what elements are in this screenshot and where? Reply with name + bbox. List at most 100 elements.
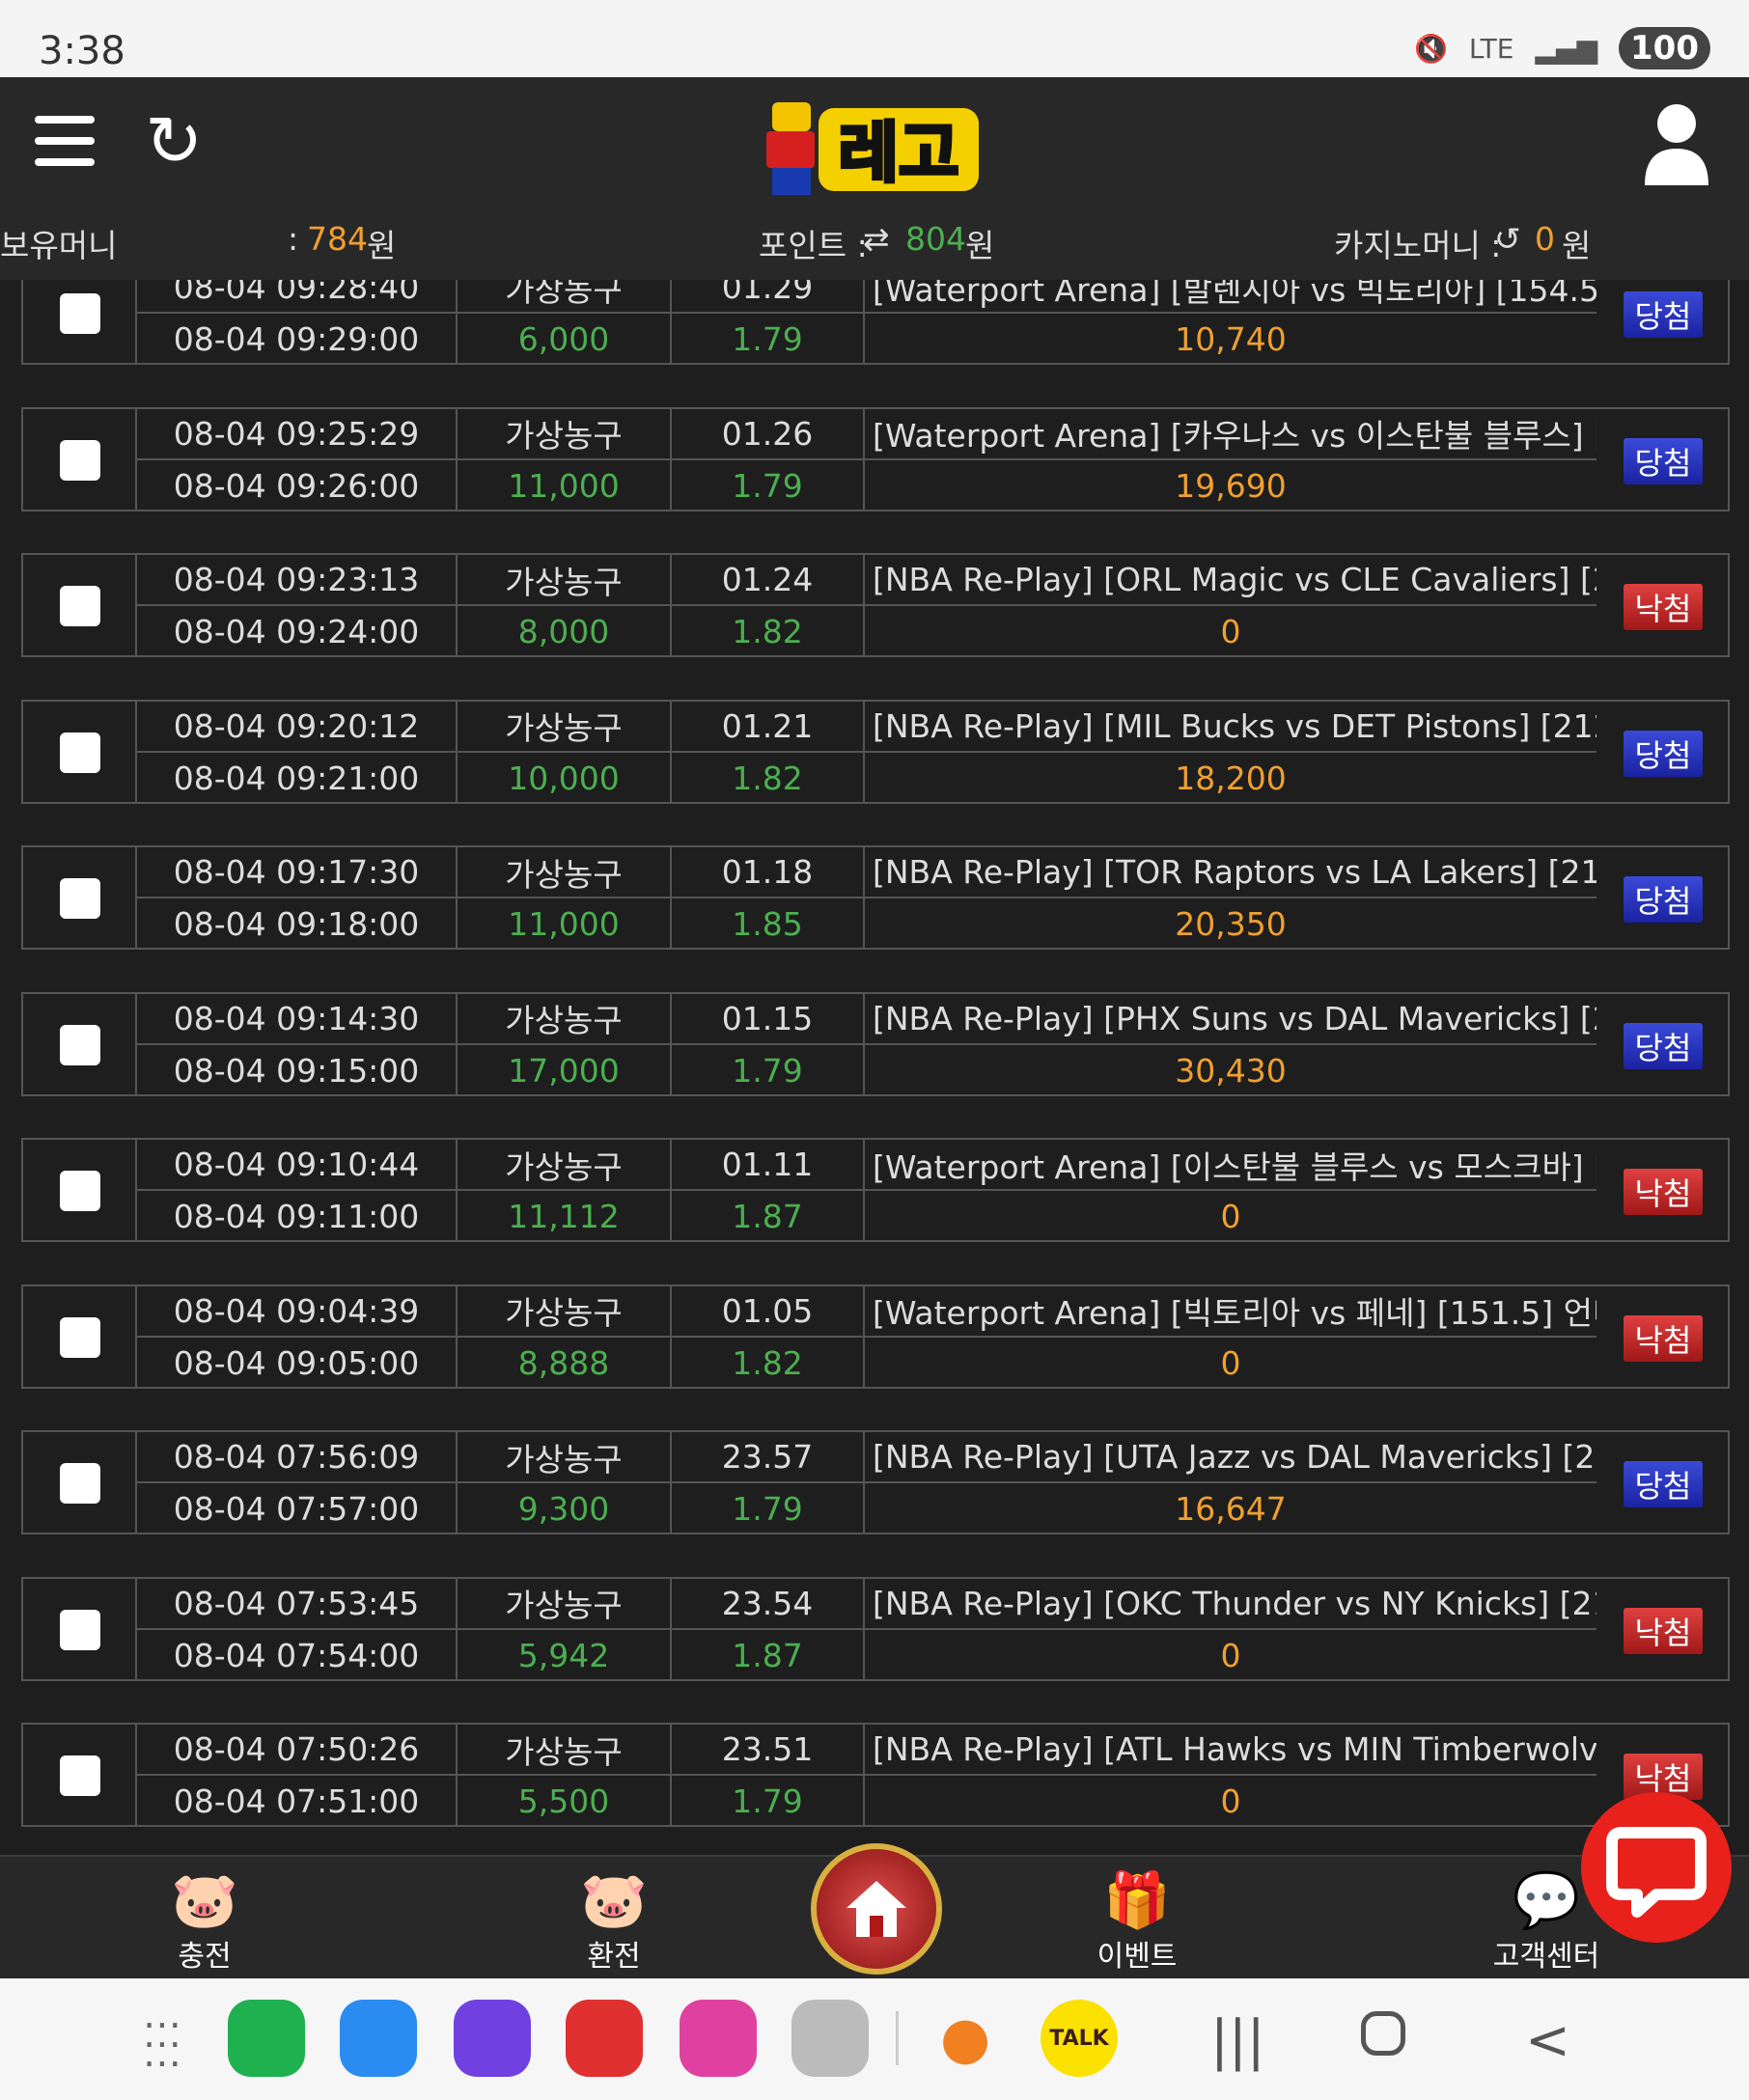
bet-odds: 1.79: [670, 1044, 863, 1096]
bet-select-checkbox[interactable]: [60, 439, 100, 481]
bet-payout: 0: [863, 1191, 1596, 1242]
bet-round: 01.11: [670, 1140, 863, 1191]
bet-select-checkbox[interactable]: [60, 586, 100, 626]
casino-label: 카지노머니 :: [1334, 227, 1502, 264]
points-label: 포인트 :: [759, 227, 868, 264]
bet-placed-time: 08-04 07:53:45: [135, 1578, 456, 1630]
menu-icon[interactable]: [35, 116, 95, 168]
mute-icon: 🔇: [1413, 32, 1448, 65]
bet-row: 08-04 09:28:40 08-04 09:29:00 가상농구 6,000 01.…: [21, 280, 1730, 365]
bet-settled-time: 08-04 09:29:00: [135, 314, 456, 365]
home-icon: [847, 1881, 906, 1937]
bet-select-checkbox[interactable]: [60, 1024, 100, 1065]
bet-stake: 11,000: [456, 459, 670, 511]
bet-placed-time: 08-04 09:17:30: [135, 847, 456, 898]
bet-select-checkbox[interactable]: [60, 1609, 100, 1650]
bet-result-badge: 당첨: [1624, 437, 1703, 484]
bet-select-checkbox[interactable]: [60, 1755, 100, 1796]
camera-app-icon[interactable]: [791, 2000, 869, 2077]
bet-placed-time: 08-04 07:50:26: [135, 1725, 456, 1776]
bet-game-type: 가상농구: [456, 408, 670, 460]
bet-stake: 11,000: [456, 898, 670, 950]
bet-game-type: 가상농구: [456, 1432, 670, 1483]
taskbar-divider: [896, 2011, 899, 2065]
bet-game-type: 가상농구: [456, 1578, 670, 1630]
bet-stake: 8,000: [456, 606, 670, 657]
bet-select-checkbox[interactable]: [60, 1463, 100, 1504]
bet-odds: 1.87: [670, 1191, 863, 1242]
browser-app-icon[interactable]: [454, 2000, 531, 2077]
balance-label: 보유머니: [0, 227, 118, 264]
piggy-minus-icon: 🐷: [580, 1869, 648, 1932]
bet-odds: 1.82: [670, 752, 863, 804]
logo[interactable]: 레고: [763, 95, 985, 201]
bet-result-badge: 낙첨: [1624, 584, 1703, 630]
bet-stake: 11,112: [456, 1191, 670, 1242]
bet-match: [NBA Re-Play] [ATL Hawks vs MIN Timberwo…: [863, 1725, 1596, 1776]
nav-event[interactable]: 🎁 이벤트: [1060, 1870, 1214, 1975]
casino-unit: 원: [1562, 227, 1592, 264]
bet-odds: 1.82: [670, 1337, 863, 1389]
nav-charge[interactable]: 🐷 충전: [127, 1870, 282, 1975]
bet-placed-time: 08-04 07:56:09: [135, 1432, 456, 1483]
home-button[interactable]: [811, 1843, 942, 1975]
bet-game-type: 가상농구: [456, 1285, 670, 1338]
bet-row: 08-04 09:17:30 08-04 09:18:00 가상농구 11,000 01…: [21, 845, 1730, 950]
bet-payout: 16,647: [863, 1483, 1596, 1534]
bet-settled-time: 08-04 07:54:00: [135, 1629, 456, 1681]
bet-payout: 0: [863, 1629, 1596, 1681]
exchange-arrows-icon[interactable]: ⇄: [863, 220, 890, 258]
user-icon[interactable]: [1643, 100, 1710, 187]
bet-round: 01.24: [670, 555, 863, 606]
bet-match: [NBA Re-Play] [PHX Suns vs DAL Mavericks…: [863, 993, 1596, 1045]
balance-sep: :: [288, 220, 299, 258]
gift-icon: 🎁: [1103, 1869, 1171, 1932]
bet-payout: 18,200: [863, 752, 1596, 804]
bet-select-checkbox[interactable]: [60, 293, 100, 334]
bet-row: 08-04 09:20:12 08-04 09:21:00 가상농구 10,000 01…: [21, 699, 1730, 804]
balance-unit: 원: [367, 227, 397, 264]
bet-result-badge: 낙첨: [1624, 1314, 1703, 1362]
bet-round: 01.29: [670, 280, 863, 314]
recents-icon[interactable]: |||: [1210, 2009, 1265, 2072]
bet-match: [Waterport Arena] [이스탄불 블루스 vs 모스크바] [15…: [863, 1140, 1596, 1191]
bet-match: [NBA Re-Play] [MIL Bucks vs DET Pistons]…: [863, 701, 1596, 753]
bet-result-badge: 낙첨: [1624, 1607, 1703, 1654]
bet-placed-time: 08-04 09:04:39: [135, 1285, 456, 1338]
bet-round: 01.26: [670, 408, 863, 460]
carrot-app-icon[interactable]: ●: [927, 2000, 1004, 2077]
casino-refresh-icon[interactable]: ↺: [1494, 220, 1521, 258]
app-drawer-icon[interactable]: ⋯ ⋯ ⋯: [143, 2005, 181, 2083]
status-bar: 3:38 🔇 LTE ▂▄▆ 100: [0, 0, 1749, 77]
signal-icon: ▂▄▆: [1535, 32, 1598, 65]
bet-payout: 0: [863, 1337, 1596, 1389]
bet-row: 08-04 09:25:29 08-04 09:26:00 가상농구 11,000 01…: [21, 406, 1730, 511]
nav-exchange[interactable]: 🐷 환전: [537, 1870, 691, 1975]
bet-select-checkbox[interactable]: [60, 1316, 100, 1358]
bet-placed-time: 08-04 09:14:30: [135, 993, 456, 1045]
home-nav-icon[interactable]: [1361, 2011, 1405, 2056]
bet-select-checkbox[interactable]: [60, 878, 100, 919]
bet-select-checkbox[interactable]: [60, 732, 100, 773]
bet-payout: 10,740: [863, 314, 1596, 365]
bet-round: 23.57: [670, 1432, 863, 1483]
balance-value: 784: [307, 220, 368, 258]
bet-placed-time: 08-04 09:10:44: [135, 1140, 456, 1191]
network-label: LTE: [1468, 32, 1514, 65]
live-chat-button[interactable]: [1581, 1792, 1732, 1943]
notes-app-icon[interactable]: [566, 2000, 643, 2077]
bet-game-type: 가상농구: [456, 701, 670, 753]
phone-app-icon[interactable]: [228, 2000, 305, 2077]
bet-game-type: 가상농구: [456, 847, 670, 898]
back-icon[interactable]: <: [1525, 2009, 1570, 2072]
bet-row: 08-04 09:14:30 08-04 09:15:00 가상농구 17,000 01…: [21, 991, 1730, 1096]
bet-select-checkbox[interactable]: [60, 1171, 100, 1211]
kakaotalk-app-icon[interactable]: TALK: [1041, 2000, 1118, 2077]
logo-text: 레고: [838, 116, 958, 192]
bet-odds: 1.79: [670, 314, 863, 365]
refresh-icon[interactable]: ↻: [145, 106, 203, 176]
gallery-app-icon[interactable]: [680, 2000, 757, 2077]
bet-history-list[interactable]: 08-04 09:28:40 08-04 09:29:00 가상농구 6,000 01.…: [0, 280, 1749, 1855]
messages-app-icon[interactable]: [340, 2000, 417, 2077]
bet-round: 01.18: [670, 847, 863, 898]
